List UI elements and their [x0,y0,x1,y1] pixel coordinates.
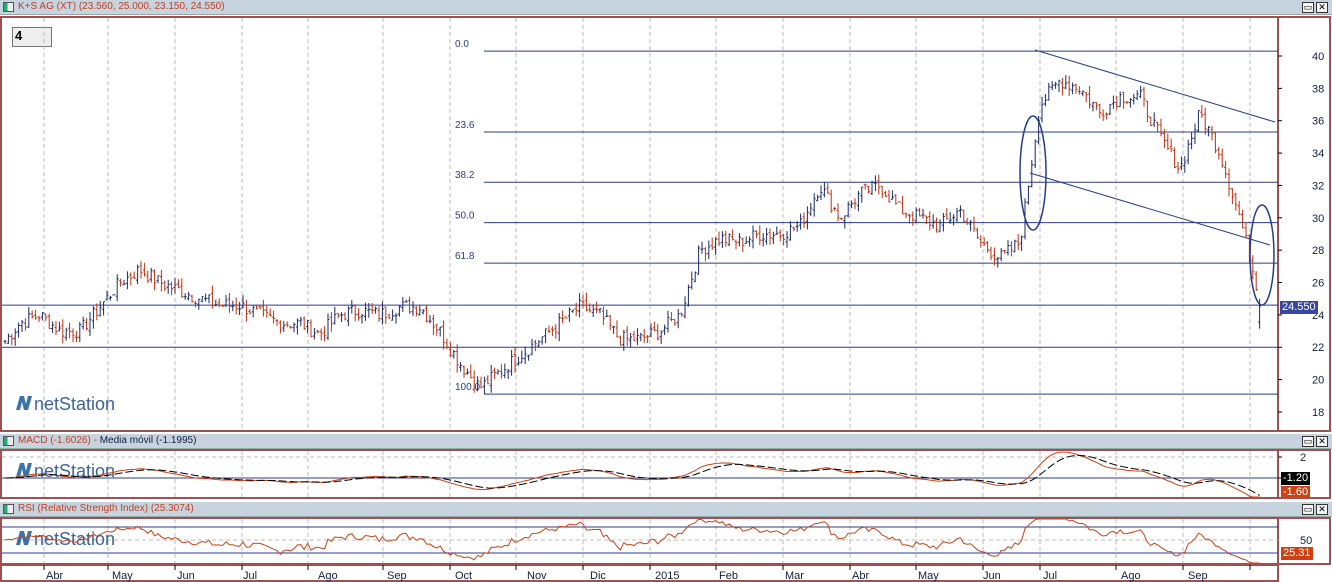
fibonacci-label: 61.8 [455,251,475,262]
plot-frame [0,16,1279,432]
macd-title: MACD (-1.6026) [18,435,91,446]
fibonacci-label: 100.0 [455,382,480,393]
netstation-logo: netStation [16,394,115,414]
x-axis-label: Sep [1188,570,1208,582]
maximize-button[interactable]: ▭ [1302,2,1314,13]
rsi-chart[interactable]: 50 netStation [0,517,1332,565]
logo-text: netStation [34,394,115,414]
fibonacci-label: 38.2 [455,170,475,181]
logo-mark [16,396,32,410]
x-axis-label: Dic [590,570,606,582]
maximize-button[interactable]: ▭ [1302,504,1314,515]
x-axis-label: 2015 [655,570,679,582]
close-button[interactable]: ✕ [1316,2,1328,13]
macd-signal-tag: -1.20 [1281,472,1311,485]
x-axis-label: Jul [243,570,257,582]
chart-icon [3,504,14,514]
trendline-lower [1029,172,1271,246]
x-axis-label: Nov [527,570,547,582]
x-axis-label: Mar [785,570,804,582]
x-axis-label: May [112,570,133,582]
netstation-logo: netStation [16,529,115,549]
price-axis-label: 40 [1312,51,1324,63]
trendline-upper [1034,49,1276,123]
x-axis-label: Ago [318,570,338,582]
x-axis-label: Jun [983,570,1001,582]
price-axis-label: 38 [1312,83,1324,95]
last-price-tag: 24.550 [1280,301,1318,314]
x-axis-label: Oct [455,570,472,582]
macd-line [4,451,1260,498]
rsi-axis-label: 50 [1300,535,1312,547]
chart-icon [3,436,14,446]
price-axis-label: 30 [1312,213,1324,225]
price-axis-label: 28 [1312,245,1324,257]
macd-signal-title: Media móvil (-1.1995) [99,435,197,446]
macd-title-bar: MACD (-1.6026) - Media móvil (-1.1995) ▭… [0,434,1332,449]
price-axis-label: 26 [1312,278,1324,290]
maximize-button[interactable]: ▭ [1302,436,1314,447]
price-axis-label: 20 [1312,375,1324,387]
price-axis-label: 18 [1312,407,1324,419]
x-axis-label: Jul [1043,570,1057,582]
ellipse-annotation [1019,115,1047,231]
x-axis-label: Abr [46,570,63,582]
logo-text: netStation [34,529,115,549]
rsi-title-bar: RSI (Relative Strength Index) (25.3074) … [0,502,1332,517]
rsi-line [4,518,1260,564]
price-chart[interactable]: 4038363432302826242220180.023.638.250.06… [0,16,1332,432]
fibonacci-label: 0.0 [455,39,469,50]
rsi-value-tag: 25.31 [1281,547,1313,560]
x-axis-label: May [918,570,939,582]
x-axis-label: Ago [1121,570,1141,582]
price-axis-label: 22 [1312,342,1324,354]
fibonacci-label: 23.6 [455,120,475,131]
rsi-title: RSI (Relative Strength Index) (25.3074) [18,503,194,514]
price-axis-label: 36 [1312,116,1324,128]
chart-icon [3,2,14,12]
fibonacci-label: 50.0 [455,211,475,222]
ellipse-annotation [1249,204,1275,306]
macd-chart[interactable]: 20netStation [0,449,1332,499]
price-axis-label: 32 [1312,180,1324,192]
x-axis-label: Jun [177,570,195,582]
x-axis-label: Feb [719,570,738,582]
close-button[interactable]: ✕ [1316,436,1328,447]
chart-title: K+S AG (XT) (23.560, 25.000, 23.150, 24.… [18,1,225,12]
price-axis-label: 34 [1312,148,1324,160]
chart-title-bar: K+S AG (XT) (23.560, 25.000, 23.150, 24.… [0,0,1332,15]
x-axis-label: Sep [387,570,407,582]
macd-value-tag: -1.60 [1281,486,1311,497]
signal-line [4,454,1260,496]
macd-axis-label: 2 [1300,452,1306,464]
x-axis: Abr May Jun Jul Ago Sep Oct Nov Dic 2015 Feb Mar Abr… [0,565,1279,582]
close-button[interactable]: ✕ [1316,504,1328,515]
x-axis-label: Abr [852,570,869,582]
